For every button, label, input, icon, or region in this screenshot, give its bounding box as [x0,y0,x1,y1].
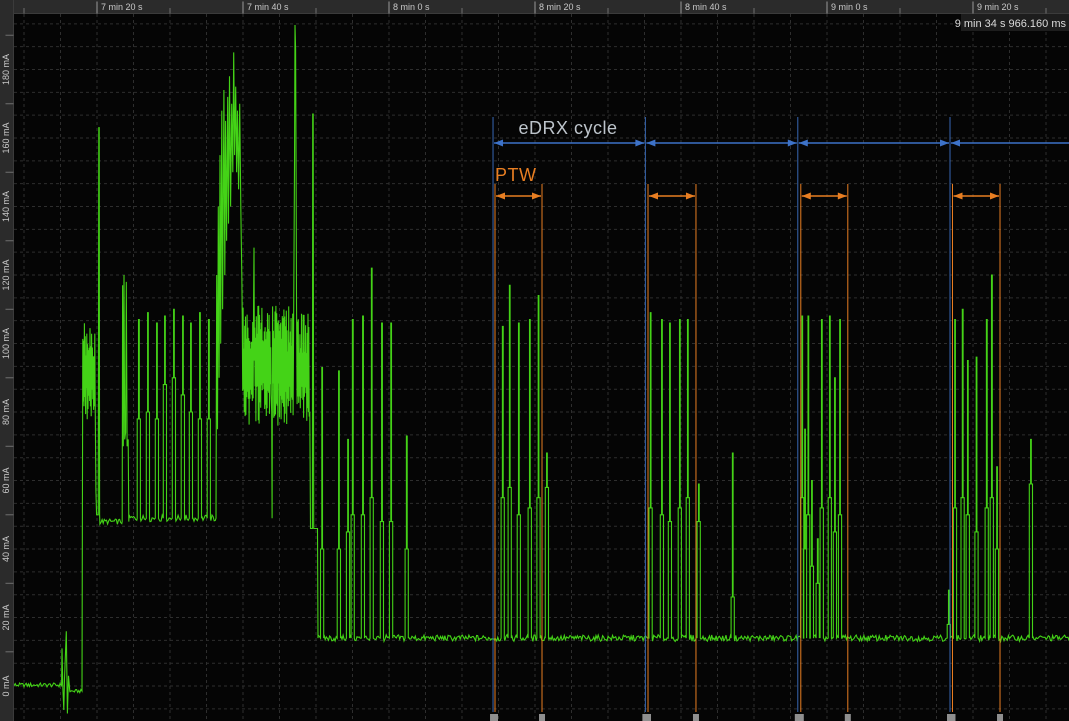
time-tick-label: 8 min 20 s [539,2,581,12]
time-tick-label: 8 min 40 s [685,2,727,12]
current-tick-label: 160 mA [1,122,11,153]
arrowhead-right-icon [940,140,949,147]
arrowhead-right-icon [990,193,999,200]
time-tick-label: 8 min 0 s [393,2,430,12]
edrx-cycle-label: eDRX cycle [518,118,617,138]
time-tick-label: 9 min 20 s [977,2,1019,12]
cursor-readout: 9 min 34 s 966.160 ms [955,14,1069,31]
arrowhead-left-icon [951,140,960,147]
current-tick-label: 40 mA [1,536,11,562]
current-tick-label: 0 mA [1,676,11,697]
arrowhead-left-icon [649,193,658,200]
time-ruler-background[interactable] [0,0,1069,14]
current-tick-label: 120 mA [1,259,11,290]
edrx-cycle-annotation[interactable] [490,117,1069,721]
marker-handle[interactable] [693,714,699,721]
current-tick-label: 20 mA [1,605,11,631]
marker-handle[interactable] [949,714,955,721]
time-tick-label: 9 min 0 s [831,2,868,12]
arrowhead-left-icon [953,193,962,200]
current-tick-label: 100 mA [1,328,11,359]
marker-handle[interactable] [845,714,851,721]
arrowhead-left-icon [802,193,811,200]
cursor-readout-text: 9 min 34 s 966.160 ms [955,18,1067,30]
marker-handle[interactable] [539,714,545,721]
arrowhead-right-icon [838,193,847,200]
power-analyzer-chart-window: eDRX cycle PTW 7 min 20 s 7 min 40 s 8 min… [0,0,1069,721]
time-tick-label: 7 min 20 s [101,2,143,12]
current-tick-label: 180 mA [1,54,11,85]
arrowhead-left-icon [496,193,505,200]
current-tick-label: 140 mA [1,191,11,222]
marker-handle[interactable] [798,714,804,721]
current-tick-label: 60 mA [1,468,11,494]
time-ruler[interactable]: 7 min 20 s 7 min 40 s 8 min 0 s 8 min 20 s 8… [0,0,1069,14]
time-tick-label: 7 min 40 s [247,2,289,12]
current-tick-label: 80 mA [1,399,11,425]
arrowhead-right-icon [635,140,644,147]
marker-handle[interactable] [997,714,1003,721]
current-ruler[interactable]: 0 mA 20 mA 40 mA 60 mA 80 mA 100 mA 120 mA 140 … [0,0,14,721]
arrowhead-left-icon [799,140,808,147]
arrowhead-left-icon [646,140,655,147]
arrowhead-right-icon [788,140,797,147]
ptw-label: PTW [495,165,537,185]
marker-handle[interactable] [492,714,498,721]
arrowhead-right-icon [686,193,695,200]
marker-handle[interactable] [645,714,651,721]
power-trace-chart[interactable]: eDRX cycle PTW 7 min 20 s 7 min 40 s 8 min… [0,0,1069,721]
arrowhead-right-icon [532,193,541,200]
